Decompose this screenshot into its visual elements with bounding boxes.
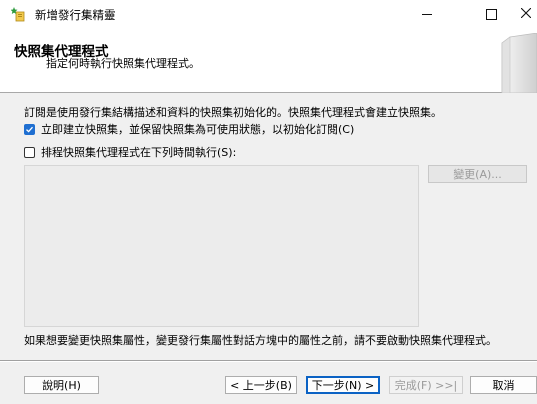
wizard-book-icon [496, 32, 537, 94]
window-title: 新增發行集精靈 [35, 8, 116, 22]
title-bar: 新增發行集精靈 [0, 0, 537, 28]
maximize-button[interactable] [469, 0, 513, 28]
help-button[interactable]: 說明(H) [24, 376, 99, 394]
schedule-snapshot-label: 排程快照集代理程式在下列時間執行(S): [41, 146, 237, 159]
page-subtitle: 指定何時執行快照集代理程式。 [46, 57, 200, 70]
back-button[interactable]: < 上一步(B) [225, 376, 297, 394]
schedule-snapshot-checkbox[interactable] [24, 146, 35, 158]
next-button[interactable]: 下一步(N) > [306, 376, 380, 394]
change-schedule-button[interactable]: 變更(A)... [428, 165, 527, 183]
minimize-icon [422, 13, 432, 15]
close-icon [520, 7, 532, 21]
snapshot-description: 訂閱是使用發行集結構描述和資料的快照集初始化的。快照集代理程式會建立快照集。 [24, 106, 442, 119]
snapshot-note: 如果想要變更快照集屬性，變更發行集屬性對話方塊中的屬性之前，請不要啟動快照集代理… [24, 334, 497, 347]
wizard-app-icon [10, 6, 27, 22]
finish-button[interactable]: 完成(F) >>| [389, 376, 463, 394]
schedule-snapshot-option[interactable]: 排程快照集代理程式在下列時間執行(S): [24, 144, 236, 160]
create-snapshot-label: 立即建立快照集，並保留快照集為可使用狀態，以初始化訂閱(C) [41, 123, 355, 136]
wizard-header: 快照集代理程式 指定何時執行快照集代理程式。 [0, 28, 537, 94]
cancel-button[interactable]: 取消 [470, 376, 537, 394]
check-icon [26, 126, 33, 133]
create-snapshot-option[interactable]: 立即建立快照集，並保留快照集為可使用狀態，以初始化訂閱(C) [24, 121, 354, 137]
minimize-button[interactable] [405, 0, 449, 28]
close-button[interactable] [515, 0, 537, 28]
footer-divider [0, 360, 537, 362]
create-snapshot-checkbox[interactable] [24, 123, 35, 135]
schedule-listbox [24, 165, 419, 327]
maximize-icon [485, 8, 497, 20]
